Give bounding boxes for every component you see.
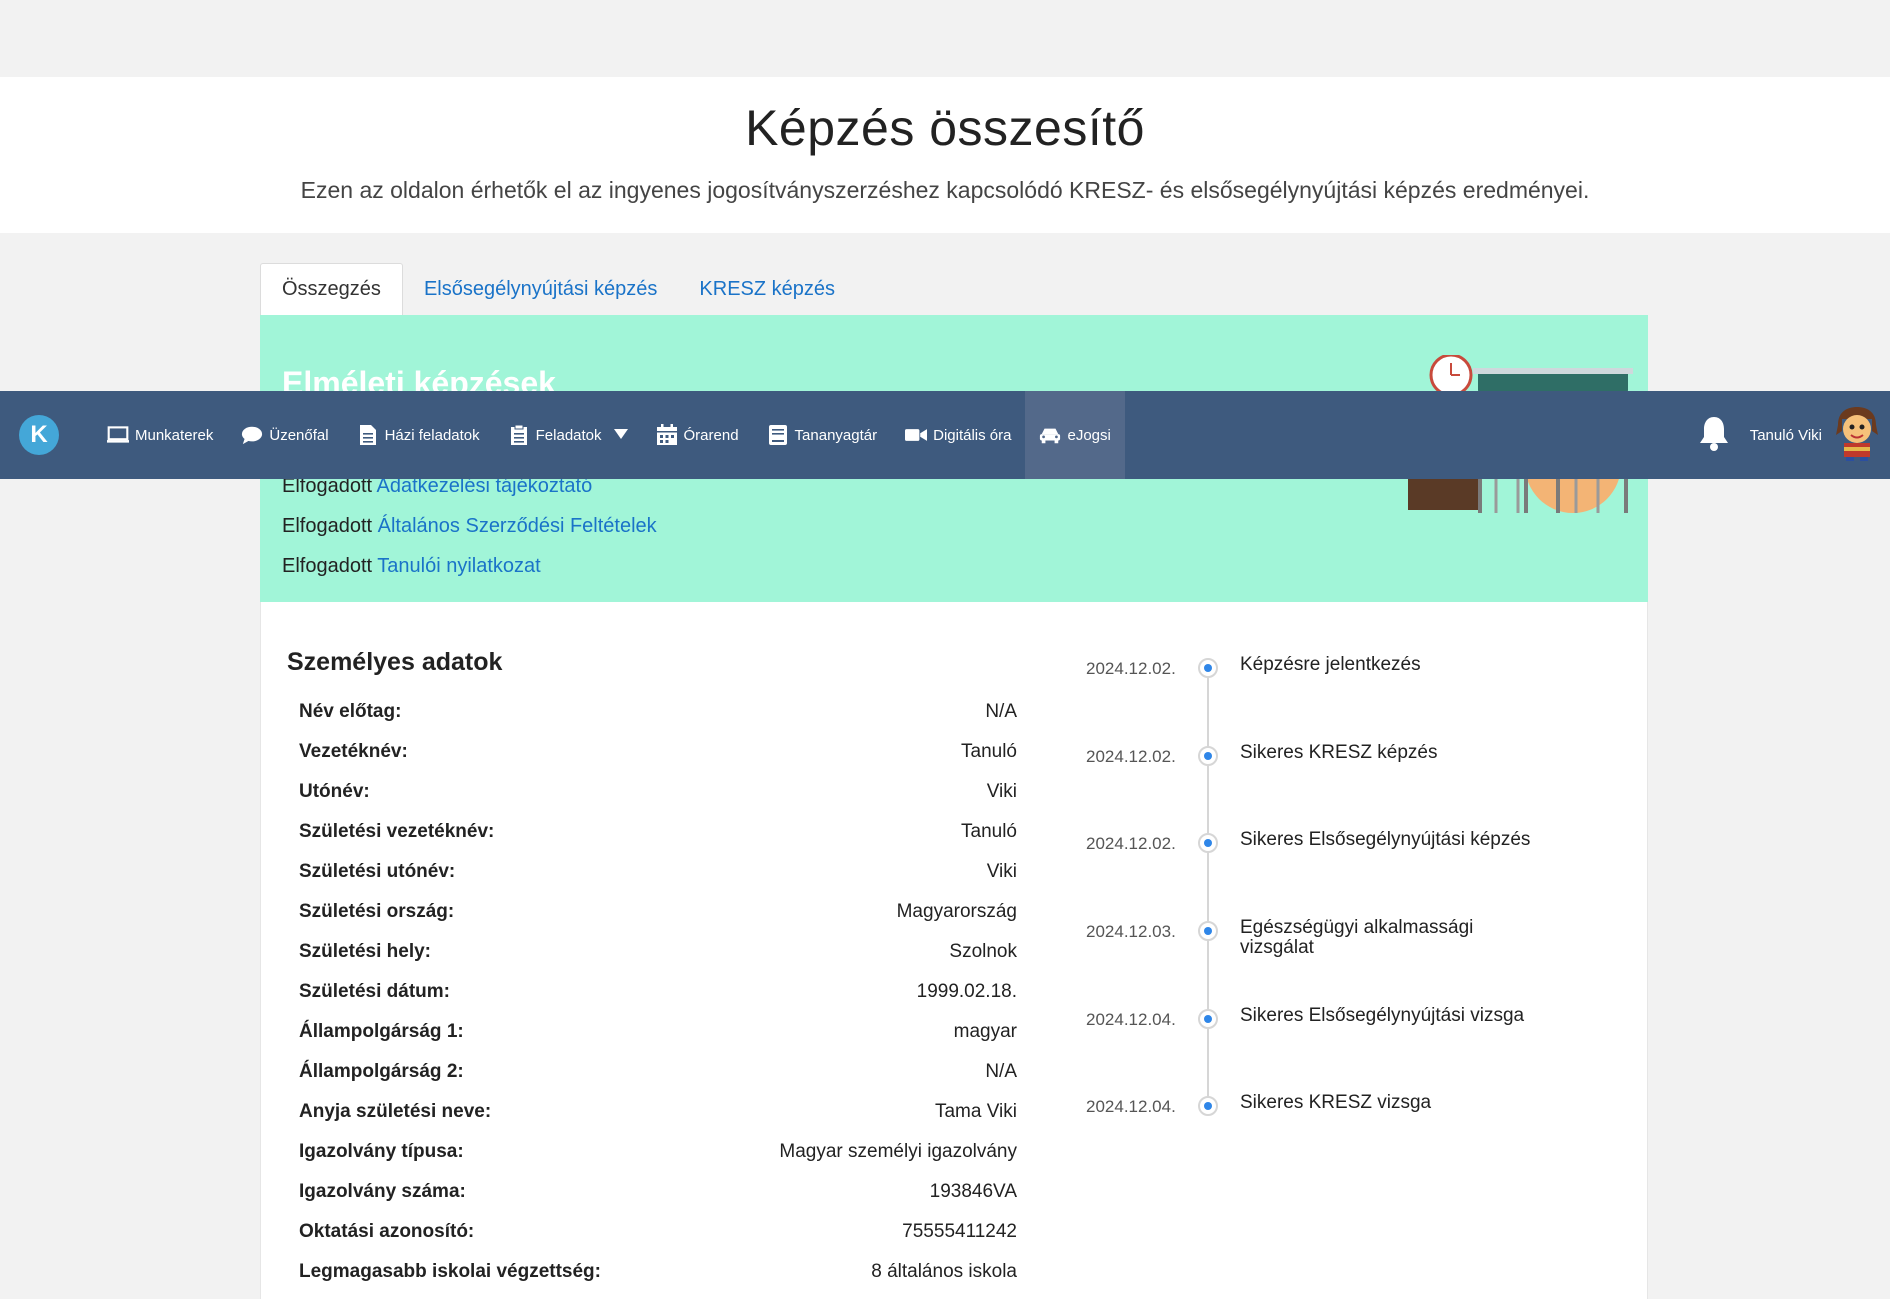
nav-item-label: Üzenőfal [269,426,329,444]
calendar-icon [656,424,678,446]
timeline-dot-icon [1198,921,1218,941]
car-icon [1039,424,1061,446]
nav-item-label: Munkaterek [135,426,214,444]
video-camera-icon [905,424,928,446]
consent-prefix: Elfogadott [282,515,373,537]
nav-item-label: Házi feladatok [384,426,480,444]
timeline-text: Képzésre jelentkezés [1240,654,1421,675]
timeline-line [1207,668,1209,1108]
consent-prefix: Elfogadott [282,555,373,577]
student-declaration-link[interactable]: Tanulói nyilatkozat [377,555,540,577]
data-row-last-name: Vezetéknév: Tanuló [299,741,1017,762]
avatar[interactable] [1832,405,1882,466]
main-navbar: K Munkaterek Üzenőfal Házi feladatok Fel… [0,391,1890,479]
timeline-date: 2024.12.02. [1086,659,1176,678]
timeline-date: 2024.12.04. [1086,1097,1176,1116]
consent-student-declaration: Elfogadott Tanulói nyilatkozat [282,555,541,578]
data-row-birth-first-name: Születési utónév: Viki [299,861,1017,882]
tab-first-aid-training[interactable]: Elsősegélynyújtási képzés [403,263,678,315]
tab-bar: Összegzés Elsősegélynyújtási képzés KRES… [260,263,856,315]
nav-item-label: Feladatok [535,426,602,444]
timeline-text: Egészségügyi alkalmassági vizsgálat [1240,917,1474,958]
nav-item-label: Tananyagtár [794,426,878,444]
nav-item-timetable[interactable]: Órarend [642,391,753,479]
app-logo[interactable]: K [19,415,59,455]
nav-item-workspaces[interactable]: Munkaterek [93,391,227,479]
data-row-citizenship-1: Állampolgárság 1: magyar [299,1021,1017,1042]
nav-item-homework[interactable]: Házi feladatok [343,391,494,479]
data-row-name-prefix: Név előtag: N/A [299,701,1017,722]
page-header: Képzés összesítő Ezen az oldalon érhetők… [0,77,1890,233]
nav-item-label: Órarend [683,426,739,444]
data-row-citizenship-2: Állampolgárság 2: N/A [299,1061,1017,1082]
document-icon [357,424,379,446]
data-row-id-type: Igazolvány típusa: Magyar személyi igazol… [299,1141,1017,1162]
clock-icon [1429,355,1473,397]
monitor-icon [107,424,129,446]
data-row-education-id: Oktatási azonosító: 75555411242 [299,1221,1017,1242]
bell-icon[interactable] [1698,415,1730,456]
timeline-text: Sikeres Elsősegélynyújtási képzés [1240,829,1531,850]
timeline-dot-icon [1198,1009,1218,1029]
page-title: Képzés összesítő [745,100,1145,156]
speech-bubble-icon [241,424,263,446]
timeline-text: Sikeres KRESZ vizsga [1240,1092,1432,1113]
data-row-first-name: Utónév: Viki [299,781,1017,802]
page-subtitle: Ezen az oldalon érhetők el az ingyenes j… [300,177,1590,203]
consent-terms: Elfogadott Általános Szerződési Feltétel… [282,515,657,538]
timeline-text: Sikeres KRESZ képzés [1240,742,1438,763]
timeline-date: 2024.12.04. [1086,1010,1176,1029]
timeline-text: Sikeres Elsősegélynyújtási vizsga [1240,1005,1525,1026]
tab-summary[interactable]: Összegzés [260,263,403,315]
data-row-education-level: Legmagasabb iskolai végzettség: 8 általán… [299,1261,1017,1282]
nav-item-message-board[interactable]: Üzenőfal [227,391,342,479]
timeline-dot-icon [1198,1096,1218,1116]
timeline-dot-icon [1198,833,1218,853]
data-row-birth-last-name: Születési vezetéknév: Tanuló [299,821,1017,842]
timeline-date: 2024.12.02. [1086,747,1176,766]
terms-link[interactable]: Általános Szerződési Feltételek [378,515,657,537]
timeline-dot-icon [1198,658,1218,678]
nav-item-label: eJogsi [1067,426,1111,444]
personal-data-title: Személyes adatok [287,648,503,676]
user-name[interactable]: Tanuló Viki [1750,427,1822,444]
nav-item-library[interactable]: Tananyagtár [753,391,892,479]
tab-kresz-training[interactable]: KRESZ képzés [678,263,856,315]
nav-item-digital-lesson[interactable]: Digitális óra [891,391,1025,479]
clipboard-icon [508,424,530,446]
data-row-id-number: Igazolvány száma: 193846VA [299,1181,1017,1202]
data-row-birth-place: Születési hely: Szolnok [299,941,1017,962]
book-icon [767,424,789,446]
nav-item-ejogsi[interactable]: eJogsi [1025,391,1125,479]
navbar-user-area: Tanuló Viki [1698,391,1890,479]
nav-item-label: Digitális óra [933,426,1012,444]
chevron-down-icon [613,427,628,444]
timeline-dot-icon [1198,746,1218,766]
timeline-date: 2024.12.02. [1086,834,1176,853]
data-row-birth-country: Születési ország: Magyarország [299,901,1017,922]
data-row-birth-date: Születési dátum: 1999.02.18. [299,981,1017,1002]
timeline-date: 2024.12.03. [1086,922,1176,941]
nav-item-tasks[interactable]: Feladatok [494,391,642,479]
data-row-mother-name: Anyja születési neve: Tama Viki [299,1101,1017,1122]
